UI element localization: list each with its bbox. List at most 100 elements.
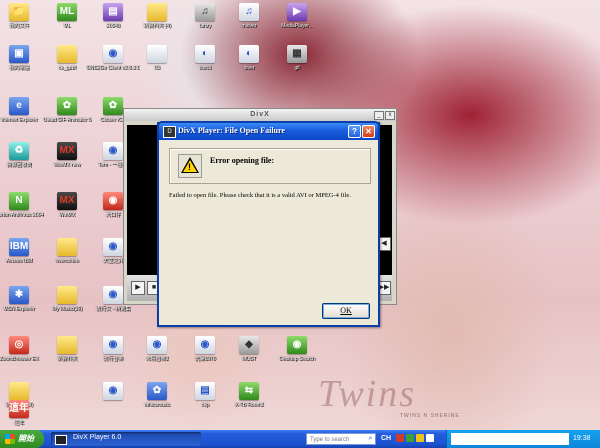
desktop-icon-glyph: ⇆ (239, 382, 259, 400)
desktop-icon[interactable]: 這年 這年 (0, 400, 46, 426)
ok-button[interactable]: OK (322, 303, 370, 319)
desktop-icon[interactable]: ◐ lover (222, 45, 276, 71)
player-minimize-button[interactable]: _ (374, 111, 384, 120)
taskbar: 開始 DivX Player 6.0 Type to search ⌕ CH 1… (0, 430, 600, 448)
desktop-icon-label: MediaPlayer... (281, 23, 313, 29)
desktop-icon-glyph: 📁 (9, 3, 29, 21)
desktop-icon-label: 流行文 - 精選集 (95, 306, 131, 312)
desktop-icon-glyph: ◉ (103, 45, 123, 63)
desktop-icon-glyph: ▤ (195, 382, 215, 400)
error-dialog: D DivX Player: File Open Failure ? ✕ ! E… (157, 121, 380, 327)
desktop-icon[interactable]: ♫ mlover (222, 3, 276, 29)
desktop-icon-glyph (147, 45, 167, 63)
desktop-icon-glyph: ✿ (57, 97, 77, 115)
desktop-icon-label: X-TB Room2 (234, 402, 264, 408)
dialog-title-bar[interactable]: D DivX Player: File Open Failure ? ✕ (157, 121, 380, 140)
desktop-icon-glyph: ML (57, 3, 77, 21)
desktop-icon-glyph: ▦ (287, 45, 307, 63)
desktop-icon-label: MUST (241, 356, 257, 362)
desktop-icon-glyph: ▶ (287, 3, 307, 21)
start-label: 開始 (18, 434, 34, 443)
desktop: Twins TWINS N SHERINE 📁 我的文件 ML ML ▤ 20048 新資料… (0, 0, 600, 430)
desktop-icon-glyph: ▤ (103, 3, 123, 21)
desktop-icon-glyph: ✿ (147, 382, 167, 400)
desktop-icon-glyph (57, 45, 77, 63)
desktop-icon-glyph: ◉ (103, 382, 123, 400)
wallpaper-watermark: Twins (318, 373, 417, 415)
play-button[interactable]: ▶ (131, 281, 145, 295)
desktop-icon[interactable]: ◉ Desktop Search (270, 336, 324, 362)
desktop-icon-label: 03 (154, 65, 160, 71)
wallpaper-caption: TWINS N SHERINE (400, 413, 460, 419)
desktop-icon-label: 這年 (13, 420, 24, 426)
desktop-icon-glyph: ◆ (239, 336, 259, 354)
desktop-icon-glyph: ◉ (103, 192, 123, 210)
desktop-icon-label: 朱鳥音樂2 (145, 356, 169, 362)
desktop-icon-label: mlover (241, 23, 257, 29)
windows-flag-icon (5, 434, 15, 444)
desktop-icon-glyph: 這年 (9, 400, 29, 418)
desktop-icon[interactable]: ◉ 朱鳥音樂2 (130, 336, 184, 362)
search-icon[interactable]: ⌕ (366, 434, 375, 444)
desktop-icon-glyph (147, 3, 167, 21)
error-panel: ! Error opening file: (169, 148, 371, 184)
taskbar-item-label: DivX Player 6.0 (73, 434, 122, 441)
desktop-icon[interactable]: 新資料夾 (4) (130, 3, 184, 29)
desktop-icon-glyph: e (9, 97, 29, 115)
desktop-icon-glyph: IBM (9, 238, 29, 256)
player-close-button[interactable]: x (385, 111, 395, 120)
desktop-icon-glyph: ◉ (103, 238, 123, 256)
desktop-icon-glyph: N (9, 192, 29, 210)
desktop-icon-glyph: ◎ (9, 336, 29, 354)
desktop-icon-label: Desktop Search (279, 356, 315, 362)
clock[interactable]: 19:38 (573, 433, 591, 445)
desktop-icon-glyph: MX (57, 192, 77, 210)
start-button[interactable]: 開始 (0, 430, 44, 448)
desktop-icon-glyph: ◉ (103, 142, 123, 160)
tray-app-icon[interactable] (396, 434, 404, 442)
desktop-icon-label: ethicsmusic (143, 402, 171, 408)
system-tray: 19:38 (446, 430, 600, 448)
redacted-area (451, 433, 569, 445)
divx-task-icon (55, 435, 67, 445)
desktop-icon-glyph: MX (57, 142, 77, 160)
tray-app-icon[interactable] (416, 434, 424, 442)
desktop-icon-glyph: ♻ (9, 142, 29, 160)
desktop-icon[interactable]: ◆ MUST (222, 336, 276, 362)
desktop-icon[interactable]: 03 (130, 45, 184, 71)
desktop-icon[interactable]: ▶ MediaPlayer... (270, 3, 324, 29)
player-title-bar[interactable]: DivX (124, 109, 396, 121)
desktop-icon[interactable]: ⇆ X-TB Room2 (222, 382, 276, 408)
desktop-icon-label: gif (294, 65, 300, 71)
desktop-icon-label: 新資料夾 (4) (143, 23, 171, 29)
desktop-icon-glyph: ◉ (287, 336, 307, 354)
desktop-icon-glyph: ◉ (195, 336, 215, 354)
error-heading: Error opening file: (210, 156, 275, 165)
close-button[interactable]: ✕ (362, 125, 375, 138)
tray-app-icon[interactable] (426, 434, 434, 442)
taskbar-item-divx[interactable]: DivX Player 6.0 (51, 432, 201, 446)
desktop-icon-glyph (57, 336, 77, 354)
warning-icon: ! (178, 154, 202, 178)
desktop-icon-glyph: ✱ (9, 286, 29, 304)
desktop-icon-glyph: ▣ (9, 45, 29, 63)
language-indicator[interactable]: CH (381, 433, 391, 445)
desktop-icon-glyph: ◉ (103, 286, 123, 304)
desktop-icon-glyph: ◐ (195, 45, 215, 63)
desktop-icon-glyph (57, 286, 77, 304)
tray-icons (396, 434, 440, 444)
desktop-icon-glyph: ◉ (103, 336, 123, 354)
desktop-icon-glyph: ◐ (239, 45, 259, 63)
desktop-icon-glyph: ♫ (239, 3, 259, 21)
desktop-icon[interactable]: ✿ ethicsmusic (130, 382, 184, 408)
divx-app-icon: D (163, 126, 176, 138)
desktop-icon-glyph (9, 382, 29, 400)
dialog-title: DivX Player: File Open Failure (178, 126, 285, 135)
desktop-icon[interactable]: ▦ gif (270, 45, 324, 71)
desktop-icon-glyph: ♫ (195, 3, 215, 21)
error-message: Failed to open file. Please check that i… (169, 192, 351, 199)
tray-app-icon[interactable] (406, 434, 414, 442)
help-button[interactable]: ? (348, 125, 361, 138)
desktop-icon-glyph: ✿ (103, 97, 123, 115)
desktop-icon-label: lover (243, 65, 255, 71)
